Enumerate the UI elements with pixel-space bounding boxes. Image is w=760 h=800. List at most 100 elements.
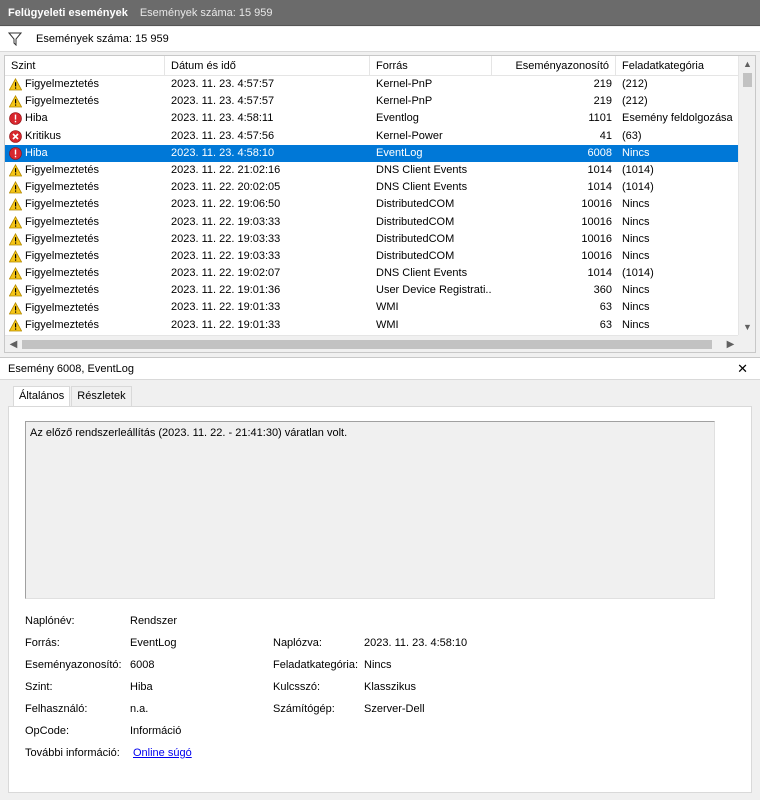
filter-icon[interactable]	[8, 32, 22, 46]
cell-source: Kernel-PnP	[376, 95, 433, 108]
opcode-label: OpCode:	[25, 725, 70, 737]
warning-icon	[9, 301, 22, 314]
level-label: Szint:	[25, 681, 53, 693]
level-text: Figyelmeztetés	[25, 164, 99, 177]
computer-value: Szerver-Dell	[364, 703, 425, 715]
warning-icon	[9, 78, 22, 91]
log-name-value: Rendszer	[130, 615, 178, 627]
level-text: Figyelmeztetés	[25, 267, 99, 280]
column-header-task-category[interactable]: Feladatkategória	[616, 56, 739, 76]
level-text: Figyelmeztetés	[25, 318, 99, 331]
cell-task-category: (1014)	[622, 163, 654, 176]
level-text: Figyelmeztetés	[25, 232, 99, 245]
scroll-up-arrow-icon[interactable]: ▲	[739, 56, 755, 73]
column-header-source[interactable]: Forrás	[370, 56, 492, 76]
cell-event-id: 41	[599, 129, 612, 142]
event-row[interactable]: Figyelmeztetés 2023. 11. 22. 19:01:36 User…	[5, 282, 739, 299]
vertical-scrollbar[interactable]: ▲ ▼	[738, 56, 755, 336]
cell-date: 2023. 11. 23. 4:57:56	[171, 129, 275, 142]
cell-level: Figyelmeztetés	[5, 76, 165, 93]
warning-icon	[9, 267, 22, 280]
cell-event-id: 1014	[587, 181, 612, 194]
cell-task-category: Nincs	[622, 232, 650, 245]
cell-event-id: 10016	[581, 215, 612, 228]
cell-source: DistributedCOM	[376, 198, 455, 211]
filter-count-text: Események száma: 15 959	[36, 33, 169, 45]
more-info-label: További információ:	[25, 747, 120, 759]
warning-icon	[9, 164, 22, 177]
panel-event-count: Események száma: 15 959	[139, 6, 273, 19]
cell-source: Kernel-PnP	[376, 78, 433, 90]
vertical-scroll-thumb[interactable]	[743, 73, 752, 87]
level-text: Figyelmeztetés	[25, 78, 99, 91]
cell-event-id: 1101	[588, 112, 612, 125]
cell-task-category: Nincs	[622, 198, 650, 211]
tab-general[interactable]: Általános	[13, 386, 71, 407]
event-row[interactable]: Figyelmeztetés 2023. 11. 22. 19:01:33 WMI 6…	[5, 317, 739, 334]
error-icon	[9, 112, 22, 126]
event-row[interactable]: Hiba 2023. 11. 23. 4:58:10 EventLog 6008 Nin…	[5, 144, 739, 162]
cell-task-category: (1014)	[622, 267, 654, 280]
online-help-link[interactable]: Online súgó	[133, 747, 192, 759]
level-text: Hiba	[25, 146, 48, 159]
cell-level: Figyelmeztetés	[5, 93, 165, 110]
scroll-left-arrow-icon[interactable]: ◀	[5, 336, 22, 352]
level-text: Figyelmeztetés	[25, 249, 99, 262]
level-text: Figyelmeztetés	[25, 284, 99, 297]
cell-task-category: Nincs	[622, 215, 650, 228]
computer-label: Számítógép:	[273, 703, 335, 715]
user-value: n.a.	[130, 703, 149, 715]
task-category-label: Feladatkategória:	[273, 659, 358, 671]
horizontal-scrollbar[interactable]: ◀ ▶	[5, 335, 739, 352]
event-row[interactable]: Figyelmeztetés 2023. 11. 22. 19:06:50 Dist…	[5, 196, 739, 213]
event-id-value: 6008	[130, 659, 155, 671]
source-value: EventLog	[130, 637, 177, 649]
warning-icon	[9, 318, 22, 332]
scroll-right-arrow-icon[interactable]: ▶	[722, 336, 739, 352]
cell-task-category: (212)	[622, 78, 648, 90]
cell-task-category: Nincs	[622, 249, 650, 262]
level-text: Figyelmeztetés	[25, 181, 99, 194]
level-text: Figyelmeztetés	[25, 198, 99, 211]
cell-task-category: (1014)	[622, 181, 654, 194]
cell-source: WMI	[376, 318, 399, 331]
event-row[interactable]: Figyelmeztetés 2023. 11. 22. 19:03:33 Dist…	[5, 248, 739, 265]
close-icon[interactable]: ✕	[737, 361, 748, 377]
event-row[interactable]: Figyelmeztetés 2023. 11. 23. 4:57:57 Kerne…	[5, 76, 739, 93]
cell-task-category: Nincs	[622, 284, 650, 297]
event-row[interactable]: Figyelmeztetés 2023. 11. 22. 21:02:16 DNS …	[5, 162, 739, 179]
cell-date: 2023. 11. 22. 19:03:33	[171, 215, 281, 228]
user-label: Felhasználó:	[25, 703, 88, 715]
warning-icon	[9, 249, 22, 263]
cell-level: Figyelmeztetés	[5, 317, 165, 334]
event-row[interactable]: Hiba 2023. 11. 23. 4:58:11 Eventlog 1101 Ese…	[5, 110, 739, 127]
scroll-down-arrow-icon[interactable]: ▼	[739, 319, 755, 336]
event-row[interactable]: Figyelmeztetés 2023. 11. 22. 19:01:33 WMI 6…	[5, 299, 739, 316]
tab-details[interactable]: Részletek	[71, 386, 132, 406]
column-header-event-id[interactable]: Eseményazonosító	[492, 56, 616, 76]
level-text: Hiba	[25, 112, 48, 125]
event-row[interactable]: Figyelmeztetés 2023. 11. 22. 19:03:33 Dist…	[5, 214, 739, 231]
cell-date: 2023. 11. 22. 19:01:33	[171, 301, 281, 314]
column-header-date[interactable]: Dátum és idő	[165, 56, 370, 76]
cell-source: Eventlog	[376, 112, 419, 125]
event-row[interactable]: Figyelmeztetés 2023. 11. 22. 20:02:05 DNS …	[5, 179, 739, 196]
event-row[interactable]: Kritikus 2023. 11. 23. 4:57:56 Kernel-Powe…	[5, 128, 739, 145]
cell-date: 2023. 11. 22. 19:06:50	[171, 198, 281, 211]
cell-level: Figyelmeztetés	[5, 248, 165, 265]
event-row[interactable]: Figyelmeztetés 2023. 11. 22. 19:02:07 DNS …	[5, 265, 739, 282]
event-row[interactable]: Figyelmeztetés 2023. 11. 23. 4:57:57 Kerne…	[5, 93, 739, 110]
event-list[interactable]: Szint Dátum és idő Forrás Eseményazonosí…	[4, 55, 756, 353]
scrollbar-corner	[738, 335, 755, 352]
horizontal-scroll-thumb[interactable]	[22, 340, 712, 349]
cell-task-category: Nincs	[622, 301, 650, 314]
cell-level: Hiba	[5, 145, 165, 162]
event-description[interactable]: Az előző rendszerleállítás (2023. 11. 22…	[25, 421, 715, 599]
event-row[interactable]: Figyelmeztetés 2023. 11. 22. 19:03:33 Dist…	[5, 231, 739, 248]
cell-level: Figyelmeztetés	[5, 282, 165, 299]
task-category-value: Nincs	[364, 659, 392, 671]
detail-tabs: Általános Részletek	[13, 386, 133, 407]
cell-event-id: 1014	[587, 267, 612, 280]
column-header-level[interactable]: Szint	[5, 56, 165, 76]
cell-date: 2023. 11. 23. 4:58:10	[171, 146, 275, 159]
